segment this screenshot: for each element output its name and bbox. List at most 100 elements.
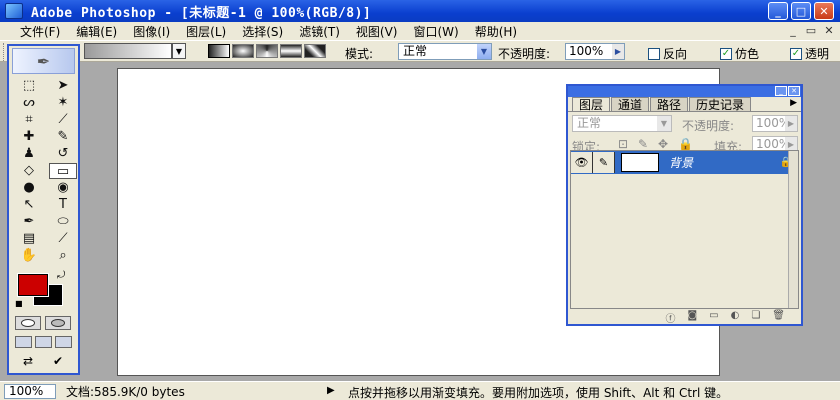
dither-checkbox[interactable]: ✓ 仿色 — [720, 45, 759, 62]
full-screen-button[interactable] — [55, 336, 72, 348]
new-group-icon[interactable]: ▭ — [709, 310, 718, 324]
lock-transparent-icon[interactable]: ⊡ — [618, 137, 628, 151]
palette-minimize-button[interactable]: _ — [775, 86, 787, 96]
default-colors-icon[interactable]: ■ — [15, 299, 23, 308]
type-tool-icon[interactable]: T — [49, 197, 77, 213]
play-arrow-icon[interactable]: ▶ — [327, 385, 335, 396]
layer-opacity-field[interactable]: 100% ▶ — [752, 115, 798, 132]
swap-colors-icon[interactable]: ⤾ — [57, 270, 65, 281]
magic-wand-tool-icon[interactable]: ✶ — [49, 95, 77, 111]
eye-icon[interactable]: 👁 — [571, 152, 593, 173]
notes-tool-icon[interactable]: ▤ — [15, 231, 43, 247]
history-brush-tool-icon[interactable]: ↺ — [49, 146, 77, 162]
shape-tool-icon[interactable]: ⬭ — [49, 214, 77, 230]
document-info[interactable]: 文档:585.9K/0 bytes — [66, 383, 185, 400]
layer-style-icon[interactable]: ⓕ — [665, 310, 675, 325]
mode-select[interactable]: 正常 ▼ — [398, 43, 492, 60]
gradient-picker-dropdown[interactable]: ▼ — [172, 43, 186, 59]
menu-view[interactable]: 视图(V) — [348, 23, 406, 40]
gradient-tool-icon[interactable]: ▭ — [49, 163, 77, 179]
toolbox: ✒ ⬚ ➤ ᔕ ✶ ⌗ ⟋ ✚ ✎ ♟ ↺ ◇ ▭ ● ◉ ↖ T ✒ ⬭ ▤ … — [7, 44, 80, 375]
close-button[interactable]: ✕ — [814, 2, 834, 20]
jump-row: ⇄ ✔ — [9, 350, 78, 374]
healing-brush-tool-icon[interactable]: ✚ — [15, 129, 43, 145]
move-tool-icon[interactable]: ➤ — [49, 78, 77, 94]
layer-mask-icon[interactable]: ◙ — [687, 310, 697, 324]
tab-channels[interactable]: 通道 — [611, 97, 650, 112]
hand-tool-icon[interactable]: ✋ — [15, 248, 43, 264]
maximize-button[interactable]: □ — [791, 2, 811, 20]
menu-file[interactable]: 文件(F) — [0, 23, 68, 40]
path-select-tool-icon[interactable]: ↖ — [15, 197, 43, 213]
trash-icon[interactable]: 🗑 — [772, 310, 785, 324]
zoom-tool-icon[interactable]: ⌕ — [49, 248, 77, 264]
reverse-checkbox[interactable]: 反向 — [648, 45, 687, 62]
standard-screen-button[interactable] — [15, 336, 32, 348]
blur-tool-icon[interactable]: ● — [15, 180, 43, 196]
eyedropper-tool-icon[interactable]: ⟋ — [49, 231, 77, 247]
tab-layers[interactable]: 图层 — [572, 97, 611, 112]
brush-tool-icon[interactable]: ✎ — [49, 129, 77, 145]
lock-image-icon[interactable]: ✎ — [638, 137, 648, 151]
palette-footer: ⓕ ◙ ▭ ◐ ❏ 🗑 — [568, 310, 801, 325]
gradient-picker[interactable] — [84, 43, 172, 59]
crop-tool-icon[interactable]: ⌗ — [15, 112, 43, 128]
layer-row[interactable]: 👁 ✎ 背景 🔒 — [571, 151, 798, 174]
jump-to-imageready-icon[interactable]: ⇄ — [15, 354, 41, 370]
lock-all-icon[interactable]: 🔒 — [678, 137, 693, 151]
menu-edit[interactable]: 编辑(E) — [68, 23, 125, 40]
reverse-check-box[interactable] — [648, 47, 660, 60]
brush-icon[interactable]: ✎ — [593, 152, 615, 173]
layer-opacity-arrow-icon[interactable]: ▶ — [785, 116, 797, 131]
full-screen-menu-button[interactable] — [35, 336, 52, 348]
foreground-color-swatch[interactable] — [17, 273, 49, 297]
menu-select[interactable]: 选择(S) — [234, 23, 291, 40]
menu-layer[interactable]: 图层(L) — [178, 23, 234, 40]
marquee-tool-icon[interactable]: ⬚ — [15, 78, 43, 94]
menu-window[interactable]: 窗口(W) — [405, 23, 466, 40]
transparency-check-box[interactable]: ✓ — [790, 47, 802, 60]
tab-history[interactable]: 历史记录 — [689, 97, 752, 112]
slice-tool-icon[interactable]: ⟋ — [49, 112, 77, 128]
palette-title-bar[interactable]: _ ✕ — [568, 86, 801, 97]
minimize-button[interactable]: _ — [768, 2, 788, 20]
photoshop-app-icon[interactable] — [5, 3, 23, 19]
menu-filter[interactable]: 滤镜(T) — [291, 23, 348, 40]
angle-gradient-button[interactable] — [256, 44, 278, 58]
layer-name[interactable]: 背景 — [669, 154, 780, 171]
doc-close-button[interactable]: ✕ — [822, 23, 836, 37]
blend-mode-select[interactable]: 正常 ▼ — [572, 115, 672, 132]
lasso-tool-icon[interactable]: ᔕ — [15, 95, 43, 111]
transparency-checkbox[interactable]: ✓ 透明 — [790, 45, 829, 62]
linear-gradient-button[interactable] — [208, 44, 230, 58]
quick-mask-mode-button[interactable] — [45, 316, 71, 330]
dither-check-box[interactable]: ✓ — [720, 47, 732, 60]
opacity-field[interactable]: 100% ▶ — [565, 43, 625, 60]
feather-logo-icon[interactable]: ✒ — [12, 48, 75, 74]
palette-close-button[interactable]: ✕ — [788, 86, 800, 96]
radial-gradient-button[interactable] — [232, 44, 254, 58]
lock-position-icon[interactable]: ✥ — [658, 137, 668, 151]
standard-mode-button[interactable] — [15, 316, 41, 330]
mode-value: 正常 — [403, 44, 428, 58]
doc-restore-button[interactable]: ▭ — [804, 23, 818, 37]
doc-minimize-button[interactable]: _ — [786, 23, 800, 37]
opacity-value: 100% — [569, 44, 604, 58]
pen-tool-icon[interactable]: ✒ — [15, 214, 43, 230]
imageready-icon[interactable]: ✔ — [45, 354, 71, 370]
eraser-tool-icon[interactable]: ◇ — [15, 163, 43, 179]
menu-help[interactable]: 帮助(H) — [467, 23, 525, 40]
opacity-arrow-icon[interactable]: ▶ — [612, 44, 624, 59]
palette-menu-icon[interactable]: ▶ — [790, 98, 797, 108]
layer-list-scrollbar[interactable] — [788, 151, 798, 308]
zoom-field[interactable]: 100% — [4, 383, 56, 399]
tab-paths[interactable]: 路径 — [650, 97, 689, 112]
menu-image[interactable]: 图像(I) — [125, 23, 178, 40]
dodge-tool-icon[interactable]: ◉ — [49, 180, 77, 196]
dither-label: 仿色 — [735, 47, 760, 61]
adjustment-layer-icon[interactable]: ◐ — [731, 310, 740, 324]
stamp-tool-icon[interactable]: ♟ — [15, 146, 43, 162]
reflected-gradient-button[interactable] — [280, 44, 302, 58]
new-layer-icon[interactable]: ❏ — [751, 310, 760, 324]
diamond-gradient-button[interactable] — [304, 44, 326, 58]
